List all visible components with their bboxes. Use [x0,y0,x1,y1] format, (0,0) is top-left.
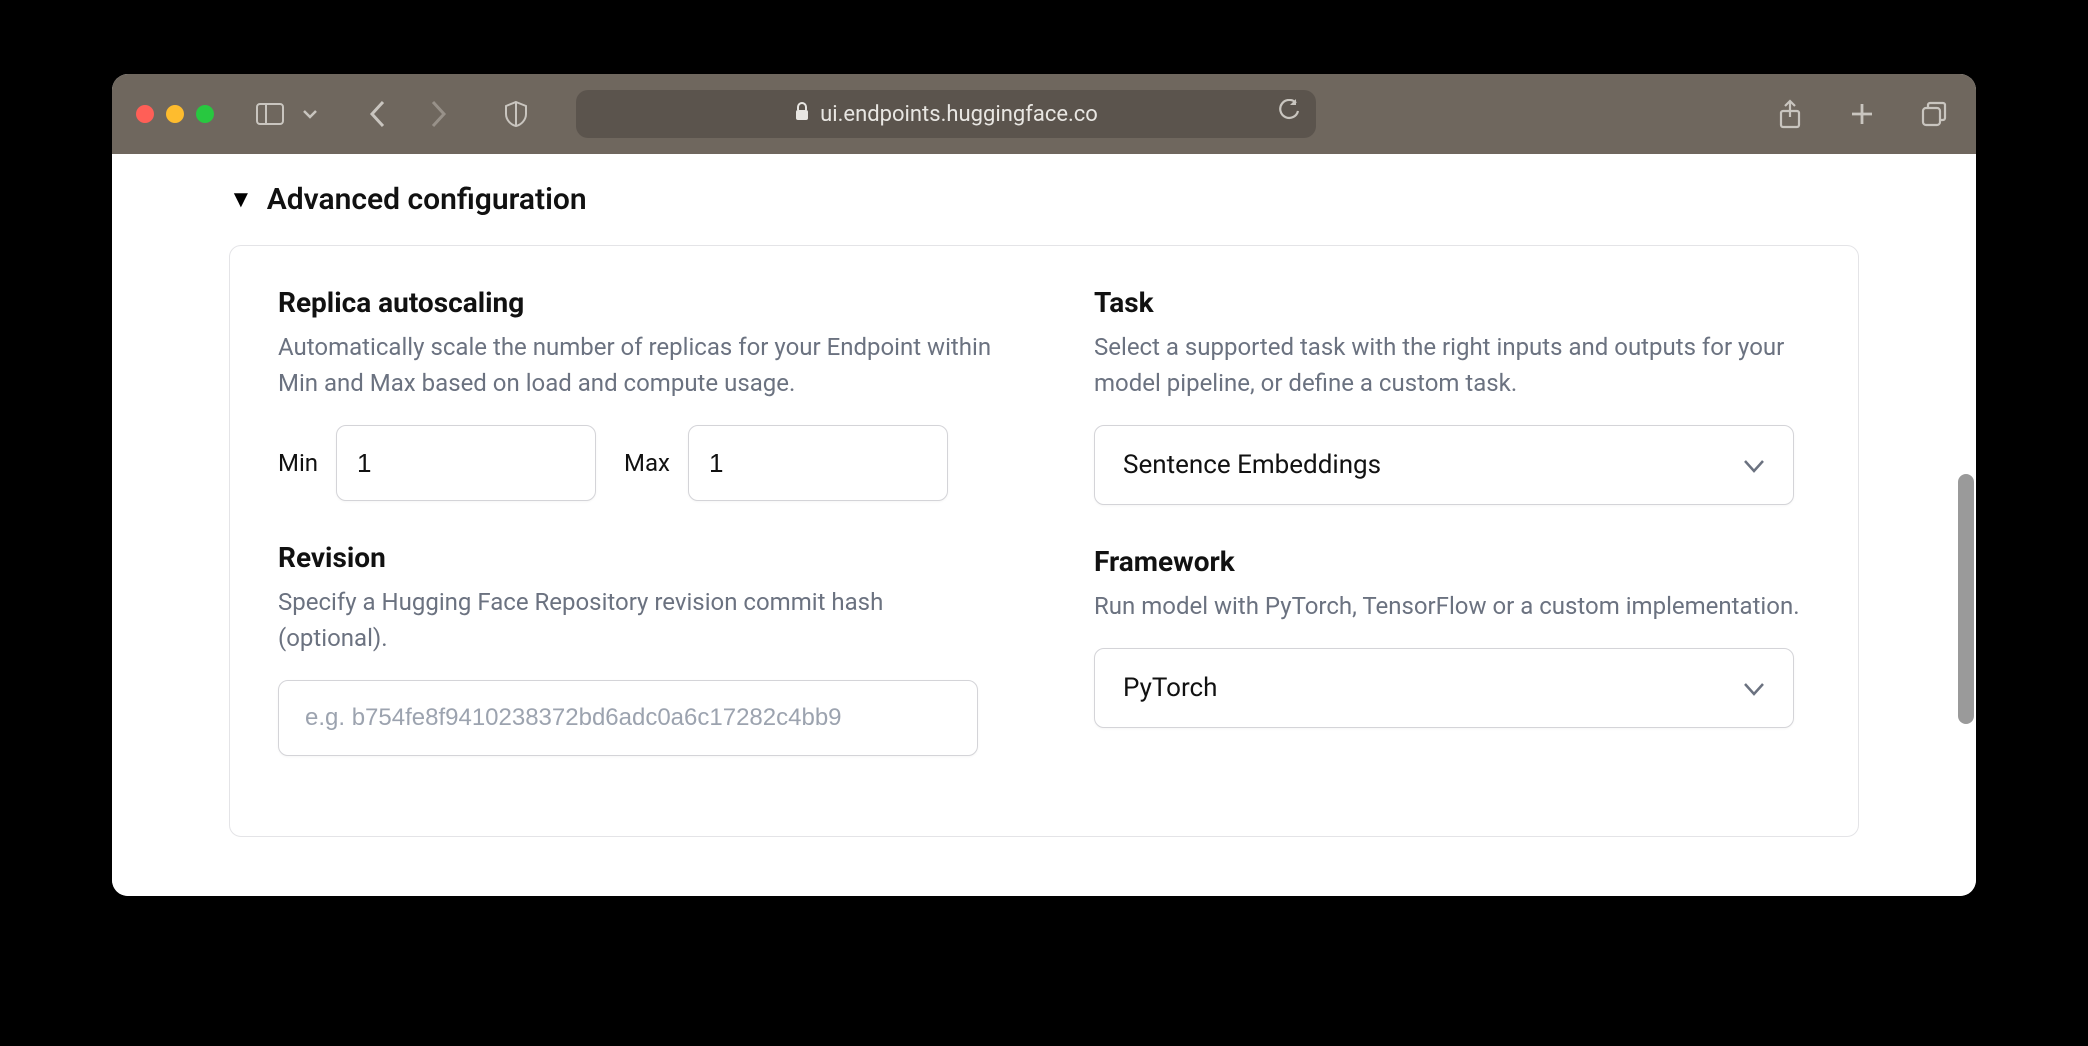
close-window-button[interactable] [136,105,154,123]
framework-selected-value: PyTorch [1123,673,1217,703]
url-text: ui.endpoints.huggingface.co [820,102,1098,127]
reload-icon[interactable] [1278,99,1300,129]
address-bar[interactable]: ui.endpoints.huggingface.co [576,90,1316,138]
task-desc: Select a supported task with the right i… [1094,329,1810,401]
sidebar-toggle-group [252,96,328,132]
minimize-window-button[interactable] [166,105,184,123]
revision-desc: Specify a Hugging Face Repository revisi… [278,584,994,656]
traffic-lights [136,105,214,123]
replica-desc: Automatically scale the number of replic… [278,329,994,401]
advanced-config-disclosure[interactable]: ▼ Advanced configuration [229,182,1859,217]
forward-button[interactable] [420,96,456,132]
revision-section: Revision Specify a Hugging Face Reposito… [278,541,994,756]
framework-desc: Run model with PyTorch, TensorFlow or a … [1094,588,1810,624]
framework-select[interactable]: PyTorch [1094,648,1794,728]
nav-arrows [360,96,456,132]
tabs-overview-icon[interactable] [1916,96,1952,132]
revision-title: Revision [278,541,994,574]
replica-autoscaling-section: Replica autoscaling Automatically scale … [278,286,994,501]
lock-icon [794,101,810,127]
toolbar-right [1772,96,1952,132]
framework-title: Framework [1094,545,1810,578]
share-icon[interactable] [1772,96,1808,132]
new-tab-icon[interactable] [1844,96,1880,132]
maximize-window-button[interactable] [196,105,214,123]
task-selected-value: Sentence Embeddings [1123,450,1381,480]
disclosure-title: Advanced configuration [267,182,587,217]
shield-icon[interactable] [498,96,534,132]
task-section: Task Select a supported task with the ri… [1094,286,1810,505]
advanced-config-panel: Replica autoscaling Automatically scale … [229,245,1859,837]
framework-section: Framework Run model with PyTorch, Tensor… [1094,545,1810,728]
min-replicas-input[interactable] [336,425,596,501]
chevron-down-icon [1743,450,1765,480]
scrollbar-thumb[interactable] [1958,474,1974,724]
task-title: Task [1094,286,1810,319]
chevron-down-icon[interactable] [292,96,328,132]
revision-input[interactable] [278,680,978,756]
titlebar: ui.endpoints.huggingface.co [112,74,1976,154]
max-replicas-input[interactable] [688,425,948,501]
replica-title: Replica autoscaling [278,286,994,319]
disclosure-triangle-icon: ▼ [229,185,253,214]
chevron-down-icon [1743,673,1765,703]
back-button[interactable] [360,96,396,132]
min-label: Min [278,449,318,477]
page-content: ▼ Advanced configuration Replica autosca… [112,154,1976,896]
task-select[interactable]: Sentence Embeddings [1094,425,1794,505]
max-label: Max [624,449,670,477]
sidebar-icon[interactable] [252,96,288,132]
browser-window: ui.endpoints.huggingface.co ▼ Advanced c [112,74,1976,896]
